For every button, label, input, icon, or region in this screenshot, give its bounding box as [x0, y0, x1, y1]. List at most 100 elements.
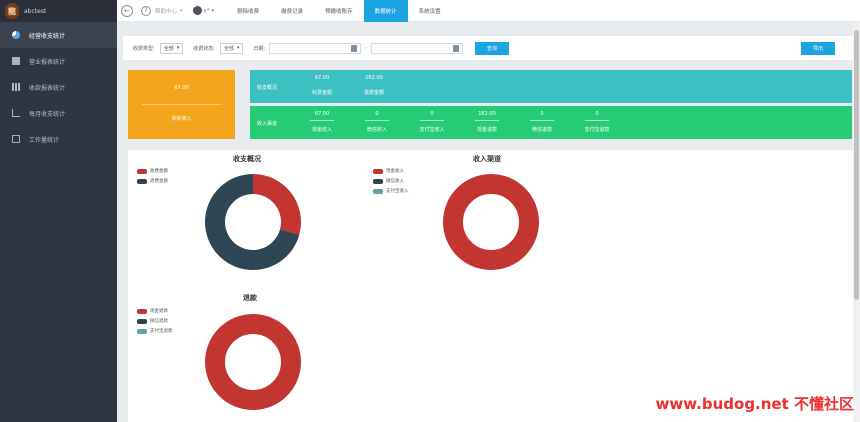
legend-item[interactable]: 收费金额 [137, 168, 168, 174]
chart-title: 收支概况 [233, 155, 261, 163]
stat-alipay-income: 0 支付宝收入 [412, 111, 452, 133]
help-center[interactable]: ? 帮助中心 ▾ [141, 5, 183, 16]
stat-label: 现金退款 [476, 127, 497, 133]
stat-value: 162.00 [478, 111, 496, 117]
legend-item[interactable]: 现金退款 [137, 308, 173, 314]
topbar: ← ? 帮助中心 ▾ y* ▾ 删除收费 缴费记录 预缴收账存 数据统计 系统设… [117, 0, 860, 22]
question-icon: ? [141, 5, 151, 16]
chevron-down-icon: ▾ [236, 45, 240, 51]
legend-item[interactable]: 现金收入 [373, 168, 409, 174]
legend-item[interactable]: 微信退款 [137, 318, 173, 324]
avatar [192, 6, 202, 15]
donut-chart-refund [205, 314, 301, 410]
stat-cash-income: 67.00 现金收入 [302, 111, 342, 133]
panel-title: 收支概况 [257, 85, 278, 91]
tab-statistics[interactable]: 数据统计 [363, 0, 408, 22]
app-root: 龍 abctest 经营收支统计 营业报表统计 收款报表统计 每月收支统计 工作… [0, 0, 860, 422]
divider [585, 120, 609, 121]
chevron-down-icon: ▾ [180, 7, 183, 14]
stat-refund-amount: 162.00 退费金额 [354, 75, 394, 96]
divider [530, 120, 554, 121]
top-tabs: 删除收费 缴费记录 预缴收账存 数据统计 系统设置 [226, 0, 452, 22]
tab-payment-records[interactable]: 缴费记录 [270, 0, 314, 22]
stat-value: 0 [375, 111, 379, 117]
sidebar-item-business-report[interactable]: 营业报表统计 [0, 48, 117, 74]
legend-swatch [137, 178, 147, 184]
legend-item[interactable]: 微信收入 [373, 178, 409, 184]
stat-alipay-refund: 0 支付宝退款 [577, 111, 617, 133]
charts-area: 收支概况 收费金额 退费金额 收入渠道 现金收入 微信收入 支付宝收入 退款 现… [128, 150, 853, 422]
donut-slice-1[interactable] [205, 314, 301, 410]
end-date-input[interactable] [370, 42, 463, 54]
pie-icon [12, 31, 20, 39]
sidebar-item-payment-report[interactable]: 收款报表统计 [0, 74, 117, 100]
chart-legend: 现金收入 微信收入 支付宝收入 [373, 168, 409, 198]
legend-swatch [373, 178, 383, 184]
actual-income-panel: 67.00 实际收入 [128, 70, 235, 139]
start-date-input[interactable] [269, 42, 362, 54]
tab-settings[interactable]: 系统设置 [408, 0, 452, 22]
fee-status-select[interactable]: 全部 ▾ [219, 42, 244, 54]
filter-bar: 收费类型: 全部 ▾ 收费状态: 全部 ▾ 日期: - 查询 导出 [123, 36, 853, 60]
tab-prepaid[interactable]: 预缴收账存 [314, 0, 364, 22]
user-menu[interactable]: y* ▾ [192, 6, 215, 15]
divider [142, 104, 221, 105]
donut-slice-1[interactable] [253, 174, 301, 235]
stat-wechat-refund: 0 微信退款 [522, 111, 562, 133]
calculator-icon [12, 135, 20, 143]
sidebar-item-monthly[interactable]: 每月收支统计 [0, 100, 117, 126]
chart-title: 收入渠道 [473, 155, 501, 163]
fee-type-label: 收费类型: [133, 45, 155, 52]
income-channel-panel: 收入渠道 67.00 现金收入 0 微信收入 0 支付宝收入 162.00 现金… [250, 106, 852, 139]
calendar-icon [351, 44, 358, 52]
fee-type-select[interactable]: 全部 ▾ [159, 42, 184, 54]
sidebar-item-income-expense[interactable]: 经营收支统计 [0, 22, 117, 48]
main-content: 收费类型: 全部 ▾ 收费状态: 全部 ▾ 日期: - 查询 导出 67.00 实际… [117, 22, 853, 422]
donut-chart-channel [443, 174, 539, 270]
stat-value: 0 [595, 111, 599, 117]
back-button[interactable]: ← [121, 4, 133, 17]
fee-status-label: 收费状态: [193, 45, 215, 52]
chart-legend: 收费金额 退费金额 [137, 168, 168, 188]
scrollbar-thumb[interactable] [854, 30, 859, 300]
brand-logo: 龍 [5, 3, 19, 19]
legend-swatch [137, 328, 147, 334]
query-button[interactable]: 查询 [474, 41, 509, 55]
sidebar-item-label: 营业报表统计 [29, 58, 66, 66]
sidebar-item-workload[interactable]: 工作量统计 [0, 126, 117, 152]
sidebar-item-label: 经营收支统计 [29, 32, 66, 40]
legend-swatch [373, 168, 383, 174]
date-label: 日期: [253, 45, 266, 52]
legend-swatch [137, 318, 147, 324]
chart-title: 退款 [243, 294, 257, 302]
stat-value: 0 [430, 111, 434, 117]
legend-label: 微信退款 [150, 319, 168, 324]
brand-name: abctest [24, 7, 47, 15]
donut-chart-overview [205, 174, 301, 270]
bar-chart-icon [12, 83, 20, 91]
donut-slice-1[interactable] [443, 174, 539, 270]
legend-item[interactable]: 退费金额 [137, 178, 168, 184]
chevron-down-icon: ▾ [211, 7, 215, 14]
divider [475, 120, 499, 121]
watermark: www.budog.net 不懂社区 [655, 395, 854, 413]
tab-delete-fee[interactable]: 删除收费 [226, 0, 270, 22]
sidebar-item-label: 收款报表统计 [29, 84, 66, 92]
legend-swatch [137, 168, 147, 174]
scrollbar[interactable] [853, 22, 860, 422]
stat-label: 退费金额 [363, 90, 384, 96]
legend-item[interactable]: 支付宝退款 [137, 328, 173, 334]
actual-income-label: 实际收入 [171, 116, 192, 122]
legend-swatch [373, 188, 383, 194]
export-button[interactable]: 导出 [801, 41, 835, 55]
actual-income-value: 67.00 [174, 85, 189, 91]
help-label: 帮助中心 [155, 8, 178, 15]
legend-item[interactable]: 支付宝收入 [373, 188, 409, 194]
legend-label: 现金退款 [150, 309, 168, 314]
fee-status-value: 全部 [223, 45, 234, 52]
sidebar: 龍 abctest 经营收支统计 营业报表统计 收款报表统计 每月收支统计 工作… [0, 0, 117, 422]
legend-label: 支付宝退款 [150, 329, 173, 334]
stat-wechat-income: 0 微信收入 [357, 111, 397, 133]
divider [310, 120, 334, 121]
stat-value: 0 [540, 111, 544, 117]
